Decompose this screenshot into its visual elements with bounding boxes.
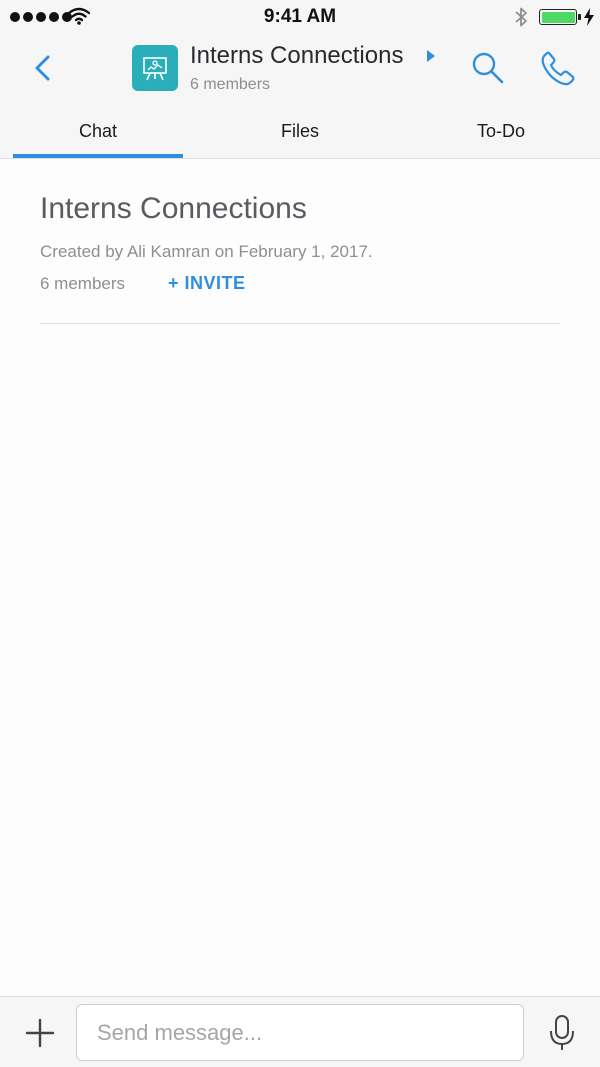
tab-chat[interactable]: Chat bbox=[13, 100, 183, 158]
microphone-icon bbox=[550, 1015, 574, 1050]
message-input[interactable] bbox=[76, 1004, 524, 1061]
presentation-board-icon bbox=[143, 57, 167, 81]
divider bbox=[40, 323, 560, 324]
chat-header: Interns Connections 6 members bbox=[0, 34, 600, 100]
charging-bolt-icon bbox=[584, 8, 594, 26]
compose-bar bbox=[0, 996, 600, 1067]
tab-todo[interactable]: To-Do bbox=[416, 100, 586, 158]
header-title[interactable]: Interns Connections bbox=[190, 42, 403, 70]
status-time: 9:41 AM bbox=[263, 6, 337, 27]
chevron-left-icon bbox=[35, 55, 50, 81]
bluetooth-icon bbox=[515, 7, 527, 27]
back-button[interactable] bbox=[28, 48, 58, 88]
search-icon bbox=[472, 52, 504, 84]
tab-files[interactable]: Files bbox=[215, 100, 385, 158]
add-attachment-button[interactable] bbox=[24, 1017, 56, 1049]
call-button[interactable] bbox=[540, 50, 576, 86]
search-button[interactable] bbox=[470, 50, 506, 86]
invite-button[interactable]: + INVITE bbox=[168, 273, 246, 294]
selected-tab-indicator bbox=[13, 154, 183, 158]
microphone-button[interactable] bbox=[546, 1013, 578, 1053]
screen: 9:41 AM Interns Connections 6 members Ch… bbox=[0, 0, 600, 1067]
created-info: Created by Ali Kamran on February 1, 201… bbox=[40, 242, 373, 261]
battery-icon bbox=[539, 9, 577, 25]
member-count[interactable]: 6 members bbox=[40, 274, 125, 294]
battery-fill bbox=[541, 11, 575, 23]
plus-icon bbox=[25, 1018, 55, 1048]
caret-right-icon[interactable] bbox=[426, 49, 436, 63]
tab-bar: Chat Files To-Do bbox=[0, 100, 600, 159]
battery-tip bbox=[578, 14, 581, 20]
group-name: Interns Connections bbox=[40, 192, 307, 225]
status-bar: 9:41 AM bbox=[0, 0, 600, 34]
phone-icon bbox=[541, 51, 575, 86]
group-avatar[interactable] bbox=[132, 45, 178, 91]
header-member-count: 6 members bbox=[190, 76, 271, 93]
